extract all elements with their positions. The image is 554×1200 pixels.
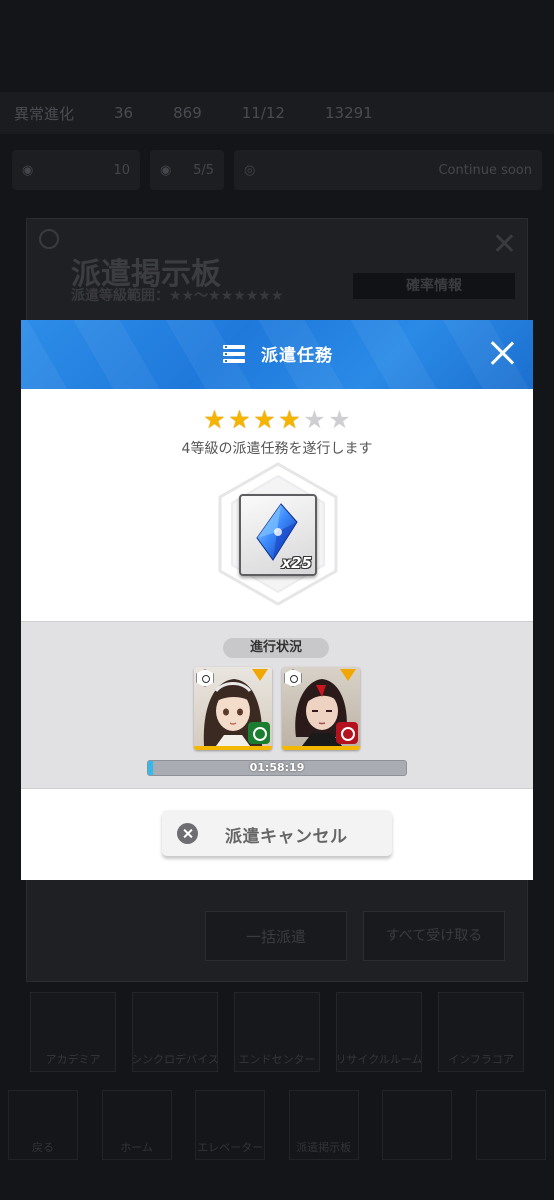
- star-filled-icon: ★: [278, 405, 301, 434]
- resource-value: 5/5: [193, 162, 214, 178]
- facility-menu: アカデミア シンクロデバイス エンドセンター リサイクルルーム インフラコア: [30, 992, 524, 1072]
- star-empty-icon: ★: [328, 405, 351, 434]
- event-banner: ◎ Continue soon: [234, 150, 542, 190]
- home-button: ホーム: [101, 1090, 172, 1160]
- menu-item: エンドセンター: [234, 992, 320, 1072]
- resource-counter: ◉ 5/5: [150, 150, 224, 190]
- character-card[interactable]: [282, 667, 360, 750]
- event-text: Continue soon: [438, 162, 532, 178]
- cancel-dispatch-label: 派遣キャンセル: [225, 827, 348, 847]
- wind-element-icon: [248, 722, 270, 744]
- rating-stars: ★ ★ ★ ★ ★ ★: [21, 406, 533, 434]
- status-value: 11/12: [241, 104, 285, 122]
- fire-element-icon: [336, 722, 358, 744]
- menu-item: アカデミア: [30, 992, 116, 1072]
- panel-subtitle: 派遣等級範囲：★★～★★★★★★: [71, 288, 284, 304]
- rate-info-button: 確率情報: [353, 273, 515, 299]
- star-filled-icon: ★: [253, 405, 276, 434]
- star-empty-icon: ★: [303, 405, 326, 434]
- close-icon[interactable]: [489, 340, 515, 366]
- modal-title: 派遣任務: [261, 346, 333, 366]
- elevator-button: エレベーター: [195, 1090, 266, 1160]
- reward-slot[interactable]: x25: [216, 460, 340, 608]
- progress-section: 進行状況 01:58:19: [21, 621, 533, 789]
- progress-label: 進行状況: [223, 638, 329, 658]
- menu-item: インフラコア: [438, 992, 524, 1072]
- progress-bar: 01:58:19: [147, 760, 407, 776]
- resource-icon: ◉: [22, 162, 34, 178]
- cancel-icon: [177, 823, 198, 844]
- cancel-dispatch-button[interactable]: 派遣キャンセル: [162, 810, 392, 856]
- event-icon: ◎: [244, 162, 256, 178]
- character-card[interactable]: [194, 667, 272, 750]
- status-value: 13291: [324, 104, 373, 122]
- top-status-row: 異常進化 36 869 11/12 13291: [0, 92, 554, 134]
- remaining-time: 01:58:19: [249, 761, 305, 774]
- star-filled-icon: ★: [228, 405, 251, 434]
- reward-item-card[interactable]: x25: [239, 494, 317, 576]
- receive-all-button: すべて受け取る: [363, 911, 505, 961]
- dispatch-board-button: 派遣掲示板: [288, 1090, 359, 1160]
- resource-counter: ◉ 10: [12, 150, 140, 190]
- dispatch-task-modal: 派遣任務 ★ ★ ★ ★ ★ ★ 4等級の派遣任務を遂行します x25 進行状況…: [21, 320, 533, 880]
- info-icon: [39, 229, 59, 249]
- bottom-nav-item: [382, 1090, 453, 1160]
- status-area: 異常進化: [14, 104, 75, 123]
- list-icon: [223, 345, 245, 363]
- status-value: 869: [173, 104, 202, 122]
- back-button: 戻る: [8, 1090, 78, 1160]
- bottom-nav: 戻る ホーム エレベーター 派遣掲示板: [0, 1090, 554, 1160]
- task-description: 4等級の派遣任務を遂行します: [181, 441, 373, 457]
- modal-header: 派遣任務: [21, 320, 533, 389]
- dispatch-all-button: 一括派遣: [205, 911, 347, 961]
- blue-crystal-icon: [256, 503, 298, 561]
- resource-value: 10: [113, 162, 130, 178]
- bottom-nav-item: [475, 1090, 546, 1160]
- close-icon: ✕: [491, 227, 517, 262]
- resource-icon: ◉: [160, 162, 172, 178]
- status-value: 36: [114, 104, 134, 122]
- star-filled-icon: ★: [203, 405, 226, 434]
- resource-row: ◉ 10 ◉ 5/5 ◎ Continue soon: [12, 150, 542, 190]
- menu-item: シンクロデバイス: [132, 992, 218, 1072]
- reward-count: x25: [281, 554, 312, 572]
- menu-item: リサイクルルーム: [336, 992, 422, 1072]
